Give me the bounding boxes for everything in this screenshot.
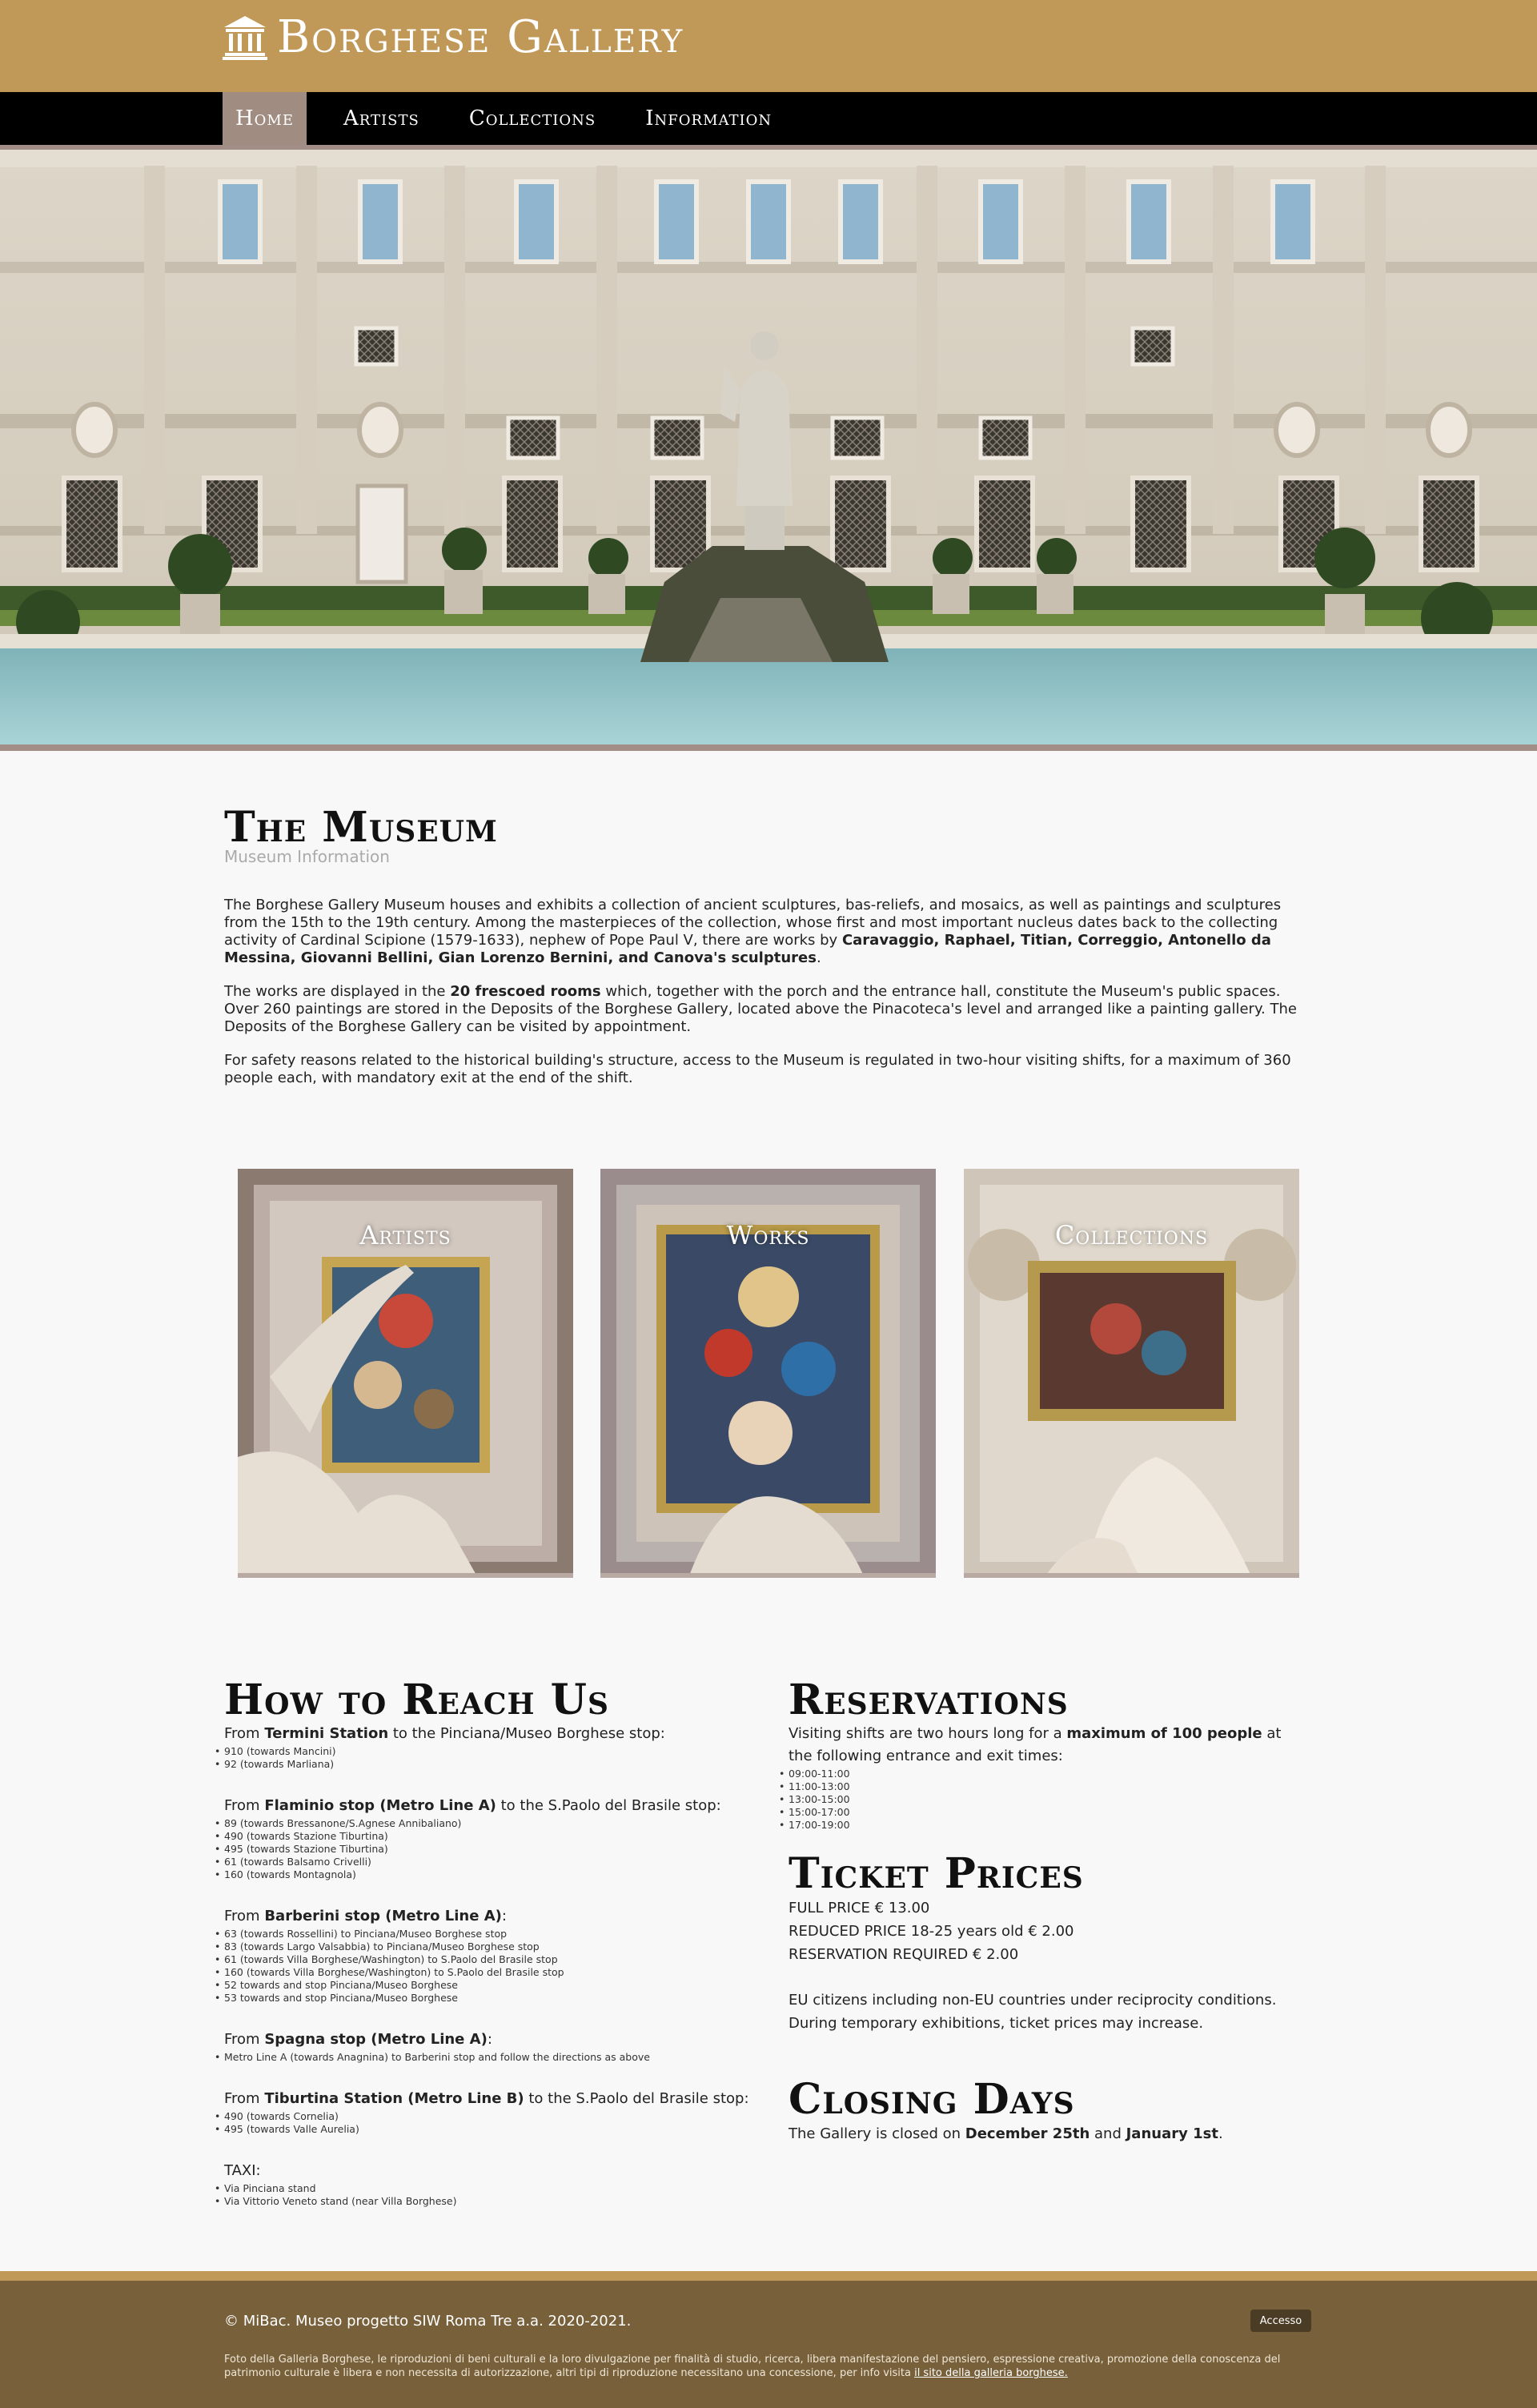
price-line: FULL PRICE € 13.00 bbox=[789, 1900, 930, 1917]
section-cards: Artists Works Collections bbox=[238, 1169, 1299, 1583]
list-item: 53 towards and stop Pinciana/Museo Borgh… bbox=[215, 1992, 768, 2005]
photo-credit: Foto della Galleria Borghese, le riprodu… bbox=[224, 2354, 1281, 2379]
info-right-column: Reservations Visiting shifts are two hou… bbox=[779, 1676, 1309, 2145]
ticket-prices-title: Ticket Prices bbox=[789, 1849, 1084, 1899]
hero-image bbox=[0, 150, 1537, 744]
list-item: 160 (towards Villa Borghese/Washington) … bbox=[215, 1966, 768, 1979]
hero-divider bbox=[0, 744, 1537, 751]
museum-paragraph-3: For safety reasons related to the histor… bbox=[224, 1052, 1291, 1087]
museum-subtitle: Museum Information bbox=[224, 847, 390, 867]
site-title: Borghese Gallery bbox=[277, 11, 684, 63]
list-item: 92 (towards Marliana) bbox=[215, 1758, 768, 1771]
card-works[interactable]: Works bbox=[600, 1169, 936, 1578]
list-item: 61 (towards Villa Borghese/Washington) t… bbox=[215, 1953, 768, 1966]
list-item: 15:00-17:00 bbox=[779, 1806, 1309, 1819]
card-artists-label: Artists bbox=[359, 1220, 451, 1250]
museum-paragraph-2: The works are displayed in the 20 fresco… bbox=[224, 983, 1297, 1036]
reach-group-taxi: TAXI: Via Pinciana stand Via Vittorio Ve… bbox=[215, 2160, 768, 2208]
card-artists[interactable]: Artists bbox=[238, 1169, 573, 1578]
list-item: 61 (towards Balsamo Crivelli) bbox=[215, 1856, 768, 1868]
price-note: EU citizens including non-EU countries u… bbox=[789, 1992, 1277, 2009]
reach-group-heading: From Flaminio stop (Metro Line A) to the… bbox=[224, 1797, 721, 1815]
closing-days-text: The Gallery is closed on December 25th a… bbox=[789, 2125, 1223, 2142]
list-item: 910 (towards Mancini) bbox=[215, 1745, 768, 1758]
nav-collections[interactable]: Collections bbox=[456, 92, 608, 145]
price-note: During temporary exhibitions, ticket pri… bbox=[789, 2015, 1204, 2033]
museum-title: The Museum bbox=[224, 803, 498, 852]
list-item: 495 (towards Valle Aurelia) bbox=[215, 2123, 768, 2136]
ticket-prices: FULL PRICE € 13.00 REDUCED PRICE 18-25 y… bbox=[789, 1896, 1309, 2035]
login-button[interactable]: Accesso bbox=[1250, 2310, 1311, 2332]
reach-group-heading: TAXI: bbox=[224, 2162, 261, 2180]
list-item: 52 towards and stop Pinciana/Museo Borgh… bbox=[215, 1979, 768, 1992]
museum-section: The Museum Museum Information The Borghe… bbox=[224, 805, 1313, 1087]
reach-group-heading: From Termini Station to the Pinciana/Mus… bbox=[224, 1725, 665, 1743]
list-item: Metro Line A (towards Anagnina) to Barbe… bbox=[215, 2051, 768, 2064]
reach-group-heading: From Barberini stop (Metro Line A): bbox=[224, 1908, 507, 1925]
reservations-text: Visiting shifts are two hours long for a… bbox=[789, 1725, 1282, 1765]
list-item: Via Vittorio Veneto stand (near Villa Bo… bbox=[215, 2195, 768, 2208]
reach-group-flaminio: From Flaminio stop (Metro Line A) to the… bbox=[215, 1795, 768, 1881]
list-item: 11:00-13:00 bbox=[779, 1780, 1309, 1793]
list-item: 160 (towards Montagnola) bbox=[215, 1868, 768, 1881]
nav-information[interactable]: Information bbox=[632, 92, 785, 145]
reservations-title: Reservations bbox=[789, 1676, 1069, 1724]
list-item: 89 (towards Bressanone/S.Agnese Annibali… bbox=[215, 1817, 768, 1830]
card-works-label: Works bbox=[726, 1220, 810, 1250]
main-nav: Home Artists Collections Information bbox=[0, 92, 1537, 145]
card-collections[interactable]: Collections bbox=[964, 1169, 1299, 1578]
card-collections-label: Collections bbox=[1054, 1220, 1209, 1250]
reach-group-spagna: From Spagna stop (Metro Line A): Metro L… bbox=[215, 2029, 768, 2064]
list-item: 490 (towards Stazione Tiburtina) bbox=[215, 1830, 768, 1843]
reach-group-heading: From Tiburtina Station (Metro Line B) to… bbox=[224, 2090, 749, 2108]
reach-group-termini: From Termini Station to the Pinciana/Mus… bbox=[215, 1723, 768, 1771]
brand[interactable]: Borghese Gallery bbox=[223, 14, 684, 61]
price-line: RESERVATION REQUIRED € 2.00 bbox=[789, 1946, 1019, 1964]
price-line: REDUCED PRICE 18-25 years old € 2.00 bbox=[789, 1923, 1074, 1940]
site-footer: © MiBac. Museo progetto SIW Roma Tre a.a… bbox=[0, 2281, 1537, 2408]
gallery-site-link[interactable]: il sito della galleria borghese. bbox=[914, 2367, 1068, 2379]
list-item: 490 (towards Cornelia) bbox=[215, 2110, 768, 2123]
reservation-times: 09:00-11:00 11:00-13:00 13:00-15:00 15:0… bbox=[779, 1768, 1309, 1832]
museum-paragraph-1: The Borghese Gallery Museum houses and e… bbox=[224, 897, 1282, 967]
mibac-link[interactable]: MiBac bbox=[243, 2313, 287, 2330]
list-item: Via Pinciana stand bbox=[215, 2182, 768, 2195]
nav-artists[interactable]: Artists bbox=[331, 92, 432, 145]
reach-group-heading: From Spagna stop (Metro Line A): bbox=[224, 2031, 492, 2049]
temple-icon bbox=[223, 16, 267, 60]
list-item: 13:00-15:00 bbox=[779, 1793, 1309, 1806]
list-item: 09:00-11:00 bbox=[779, 1768, 1309, 1780]
list-item: 63 (towards Rossellini) to Pinciana/Muse… bbox=[215, 1928, 768, 1940]
list-item: 83 (towards Largo Valsabbia) to Pinciana… bbox=[215, 1940, 768, 1953]
reach-group-barberini: From Barberini stop (Metro Line A): 63 (… bbox=[215, 1905, 768, 2005]
copyright: © MiBac. Museo progetto SIW Roma Tre a.a… bbox=[224, 2313, 632, 2330]
list-item: 17:00-19:00 bbox=[779, 1819, 1309, 1832]
reach-group-tiburtina: From Tiburtina Station (Metro Line B) to… bbox=[215, 2088, 768, 2136]
site-header: Borghese Gallery bbox=[0, 0, 1537, 92]
list-item: 495 (towards Stazione Tiburtina) bbox=[215, 1843, 768, 1856]
how-to-reach-title: How to Reach Us bbox=[224, 1676, 609, 1724]
how-to-reach-section: How to Reach Us From Termini Station to … bbox=[215, 1676, 768, 2232]
closing-days-title: Closing Days bbox=[789, 2075, 1075, 2125]
nav-home[interactable]: Home bbox=[223, 92, 307, 145]
footer-divider bbox=[0, 2271, 1537, 2281]
